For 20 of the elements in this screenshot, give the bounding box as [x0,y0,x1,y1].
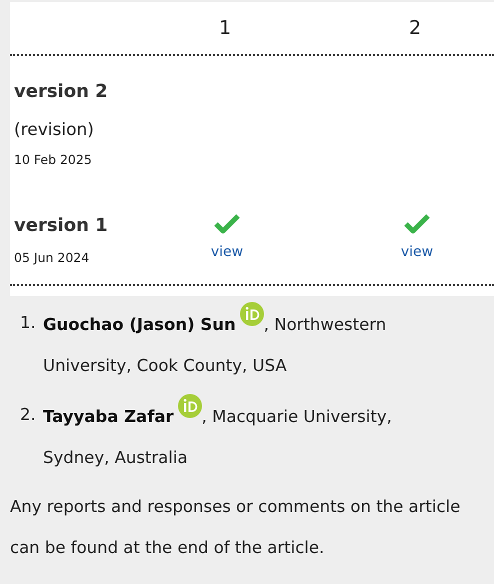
reviewer-number: 1 [218,17,232,39]
author-name: Tayyaba Zafar [43,407,174,426]
affiliation: , Macquarie University, [202,407,392,426]
version-label: version 1 [14,214,108,238]
version-note: (revision) [14,119,94,142]
version-date: 05 Jun 2024 [14,249,90,267]
author-name: Guochao (Jason) Sun [43,315,236,334]
view-link[interactable]: view [400,244,434,260]
version-date: 10 Feb 2025 [14,151,92,169]
affiliation: Sydney, Australia [43,448,188,467]
list-number: 2. [20,404,37,426]
orcid-icon[interactable] [178,394,202,418]
reviewer-number: 2 [408,17,422,39]
view-link[interactable]: view [210,244,244,260]
affiliation: , Northwestern [264,315,386,334]
affiliation: University, Cook County, USA [43,356,287,375]
orcid-icon[interactable] [240,302,264,326]
reports-note: Any reports and responses or comments on the article can be found at the end of the article. [10,496,462,559]
list-number: 1. [20,312,37,334]
version-label: version 2 [14,80,108,104]
